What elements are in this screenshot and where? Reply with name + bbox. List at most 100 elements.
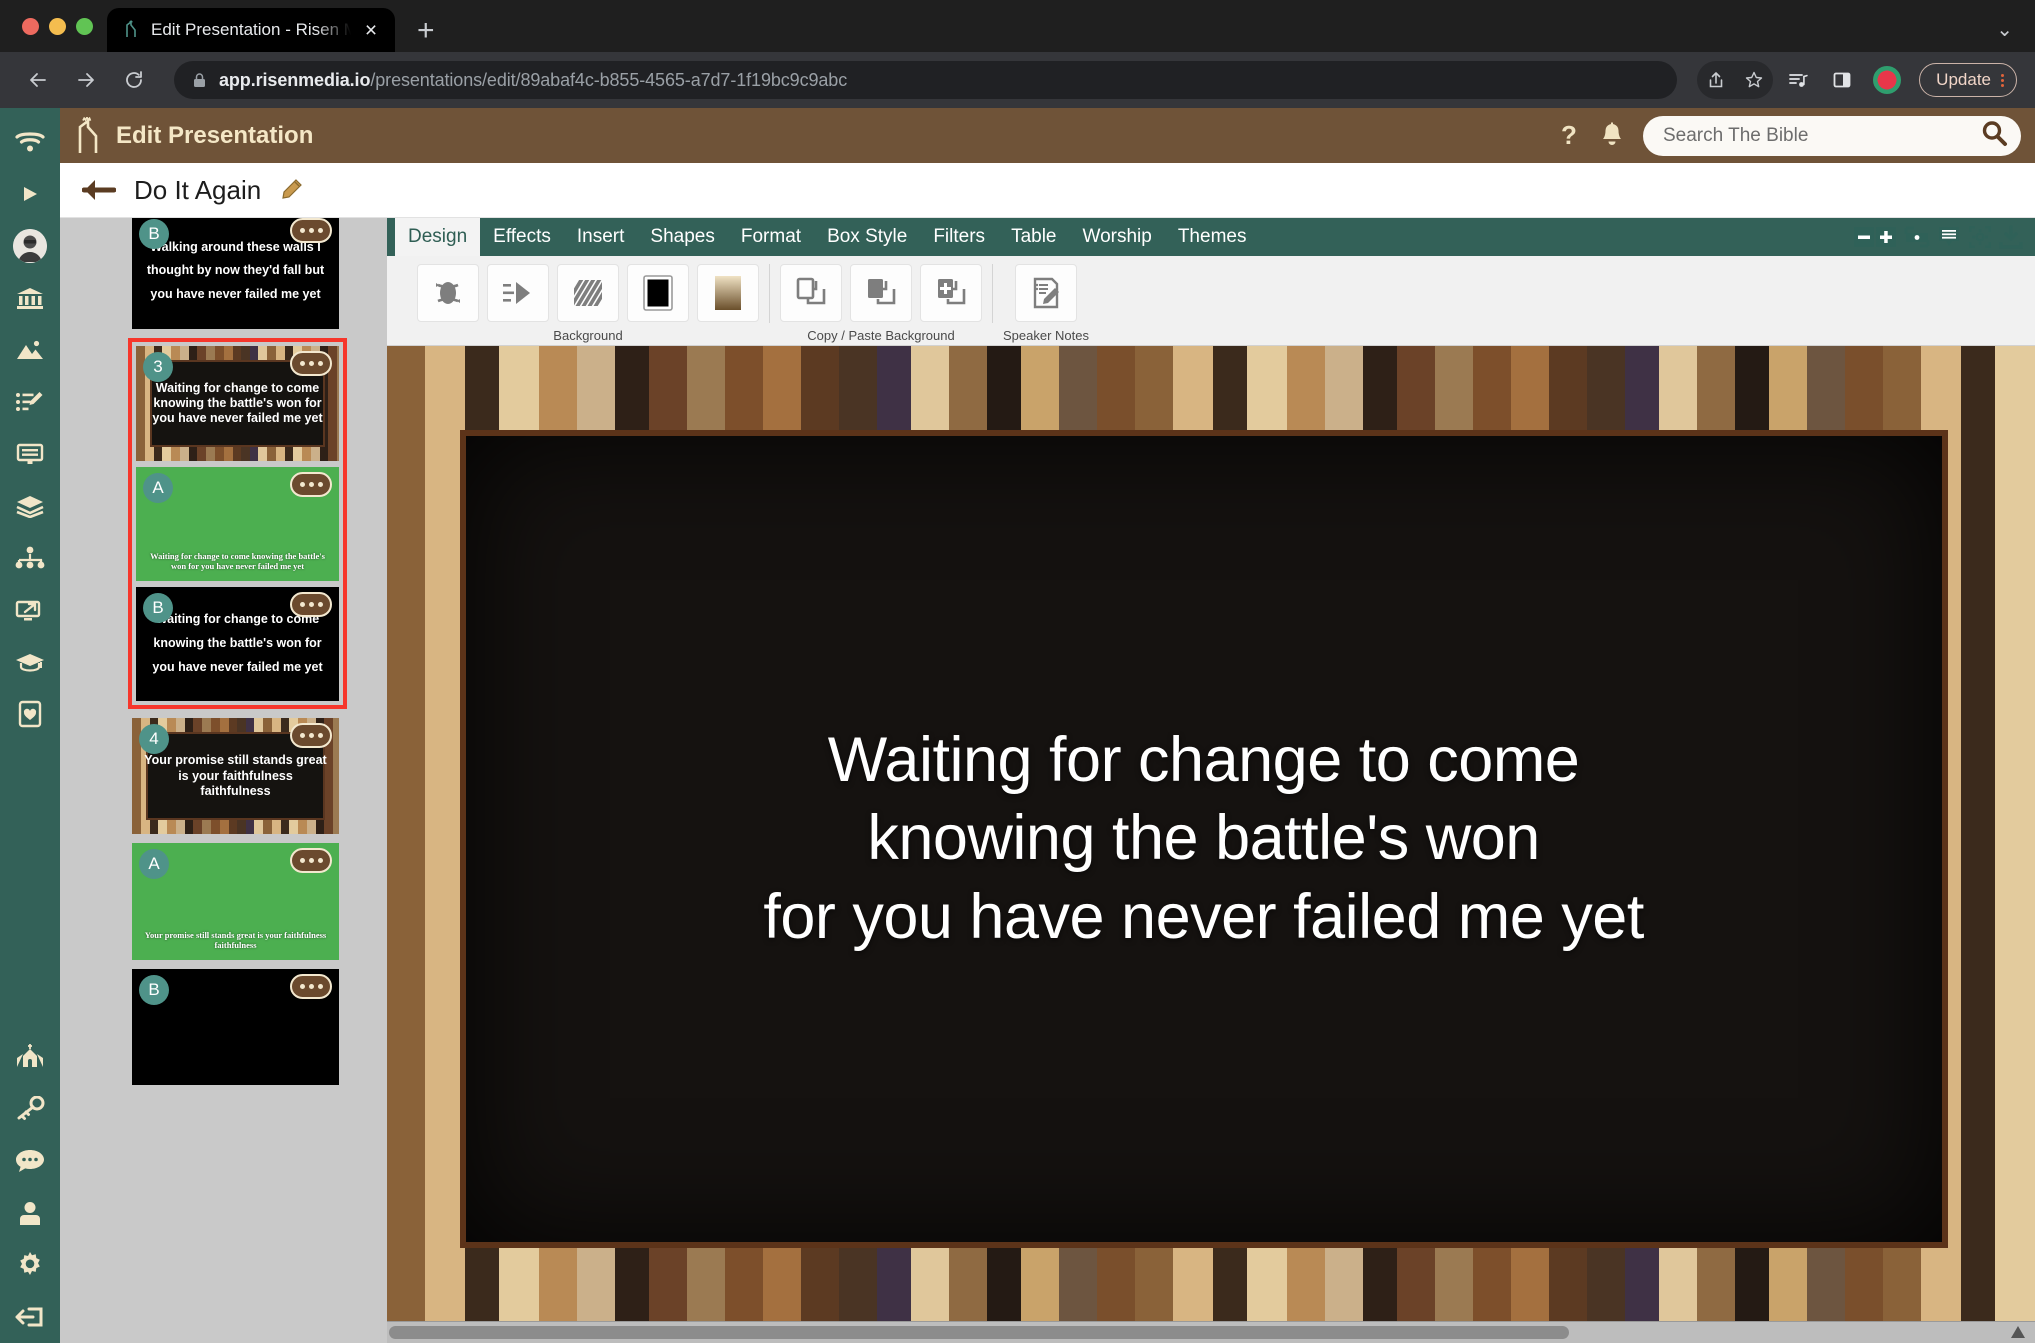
list-item[interactable]: B Walking around these walls I thought b… [132, 218, 339, 330]
svg-text:?: ? [1561, 121, 1577, 150]
key-icon[interactable] [0, 1083, 60, 1135]
paste-background-icon[interactable] [850, 263, 912, 322]
list-item[interactable]: 3 Waiting for change to come knowing the… [136, 346, 339, 461]
slide-menu-button[interactable] [290, 591, 332, 617]
church-icon[interactable] [0, 1031, 60, 1083]
slide-menu-button[interactable] [290, 351, 332, 377]
gear-icon[interactable] [0, 1239, 60, 1291]
graduation-cap-icon[interactable] [0, 636, 60, 688]
apply-background-all-icon[interactable] [920, 263, 982, 322]
chat-icon[interactable] [0, 1135, 60, 1187]
scroll-down-arrow-icon[interactable] [2011, 1326, 2025, 1338]
slide-thumbnail[interactable]: B [132, 968, 339, 1086]
slide-menu-button[interactable] [290, 218, 332, 243]
tab-table[interactable]: Table [998, 218, 1069, 256]
slide-canvas[interactable]: Waiting for change to come knowing the b… [387, 346, 2035, 1321]
tab-box-style[interactable]: Box Style [814, 218, 920, 256]
list-item[interactable]: B Waiting for change to come knowing the… [136, 586, 339, 701]
minimize-window-button[interactable] [49, 17, 66, 35]
slide-menu-button[interactable] [290, 848, 332, 874]
image-icon[interactable] [0, 324, 60, 376]
horizontal-scrollbar[interactable] [387, 1321, 2035, 1343]
org-chart-icon[interactable] [0, 532, 60, 584]
selected-slide-group[interactable]: 3 Waiting for change to come knowing the… [128, 338, 347, 709]
risen-media-logo-icon [121, 20, 141, 40]
pattern-icon[interactable] [557, 263, 619, 322]
tab-filters[interactable]: Filters [920, 218, 998, 256]
tab-effects[interactable]: Effects [480, 218, 564, 256]
tab-worship[interactable]: Worship [1069, 218, 1164, 256]
tab-format[interactable]: Format [728, 218, 814, 256]
comment-icon[interactable] [1937, 225, 1961, 249]
tab-insert[interactable]: Insert [564, 218, 638, 256]
reload-button[interactable] [114, 60, 154, 100]
play-icon[interactable] [0, 168, 60, 220]
screen-icon[interactable] [0, 428, 60, 480]
question-mark-icon[interactable]: ? [1557, 121, 1581, 151]
download-icon[interactable] [1999, 225, 2023, 249]
layers-icon[interactable] [0, 480, 60, 532]
maximize-window-button[interactable] [76, 17, 93, 35]
bank-icon[interactable] [0, 272, 60, 324]
slide-menu-button[interactable] [290, 973, 332, 999]
slide-thumbnail[interactable]: 4 Your promise still stands great is you… [132, 718, 339, 835]
person-icon[interactable] [0, 1187, 60, 1239]
close-tab-button[interactable]: × [361, 20, 381, 41]
list-item[interactable]: A Waiting for change to come knowing the… [136, 466, 339, 581]
tablet-heart-icon[interactable] [0, 688, 60, 740]
solid-color-icon[interactable] [627, 263, 689, 322]
transition-icon[interactable] [487, 263, 549, 322]
crosshair-icon[interactable] [1968, 225, 1992, 249]
profile-avatar[interactable] [1873, 66, 1902, 94]
reading-list-icon[interactable] [1779, 61, 1817, 99]
user-avatar[interactable] [0, 220, 60, 272]
slide-menu-button[interactable] [290, 471, 332, 497]
fit-slide-icon[interactable] [1904, 226, 1930, 248]
slide-textbox[interactable]: Waiting for change to come knowing the b… [459, 429, 1948, 1248]
tab-design[interactable]: Design [395, 218, 481, 256]
wifi-icon[interactable] [0, 116, 60, 168]
back-button[interactable] [18, 60, 58, 100]
scrollbar-thumb[interactable] [389, 1326, 1569, 1339]
new-tab-button[interactable]: + [417, 16, 435, 46]
zoom-in-icon[interactable] [1875, 226, 1897, 248]
rotate-background-icon[interactable] [417, 263, 479, 322]
slide-thumbnail[interactable]: B Waiting for change to come knowing the… [136, 586, 339, 701]
address-bar[interactable]: app.risenmedia.io/presentations/edit/89a… [174, 61, 1678, 99]
kebab-menu-icon[interactable] [1997, 73, 2008, 87]
pencil-icon[interactable] [279, 178, 303, 202]
tab-themes[interactable]: Themes [1165, 218, 1260, 256]
browser-tab[interactable]: Edit Presentation - Risen Media × [107, 8, 395, 52]
slide-thumbnail[interactable]: A Your promise still stands great is you… [132, 843, 339, 960]
share-screen-icon[interactable] [0, 584, 60, 636]
forward-button[interactable] [66, 60, 106, 100]
list-item[interactable]: 4 Your promise still stands great is you… [132, 718, 339, 835]
side-panel-icon[interactable] [1823, 61, 1861, 99]
close-window-button[interactable] [22, 17, 39, 35]
bell-icon[interactable] [1599, 122, 1625, 150]
update-button[interactable]: Update [1919, 63, 2017, 97]
tab-shapes[interactable]: Shapes [637, 218, 727, 256]
share-icon[interactable] [1697, 61, 1735, 99]
copy-background-icon[interactable] [780, 263, 842, 322]
slide-thumbnail-list: Waiting for change to come knowing the b… [60, 218, 387, 1086]
zoom-out-icon[interactable] [1853, 226, 1875, 248]
list-item[interactable]: A Your promise still stands great is you… [132, 843, 339, 960]
slide-thumbnail[interactable]: B Walking around these walls I thought b… [132, 218, 339, 330]
back-arrow-icon[interactable] [82, 177, 116, 203]
slide-thumbnail[interactable]: 3 Waiting for change to come knowing the… [136, 346, 339, 461]
slide-menu-button[interactable] [290, 723, 332, 748]
speaker-notes-icon[interactable] [1015, 263, 1077, 322]
slide-thumbnail-panel[interactable]: Waiting for change to come knowing the b… [60, 218, 387, 1343]
logout-icon[interactable] [0, 1291, 60, 1343]
edit-list-icon[interactable] [0, 376, 60, 428]
gradient-icon[interactable] [697, 263, 759, 322]
search-icon[interactable] [1979, 118, 2009, 153]
slide-thumbnail[interactable]: A Waiting for change to come knowing the… [136, 466, 339, 581]
list-item[interactable]: B [132, 968, 339, 1086]
chevron-down-icon[interactable]: ⌄ [1996, 17, 2035, 52]
star-icon[interactable] [1735, 61, 1773, 99]
search-input[interactable] [1663, 124, 1979, 147]
bible-search-box[interactable] [1643, 115, 2021, 156]
slide-text[interactable]: Waiting for change to come knowing the b… [763, 721, 1644, 957]
